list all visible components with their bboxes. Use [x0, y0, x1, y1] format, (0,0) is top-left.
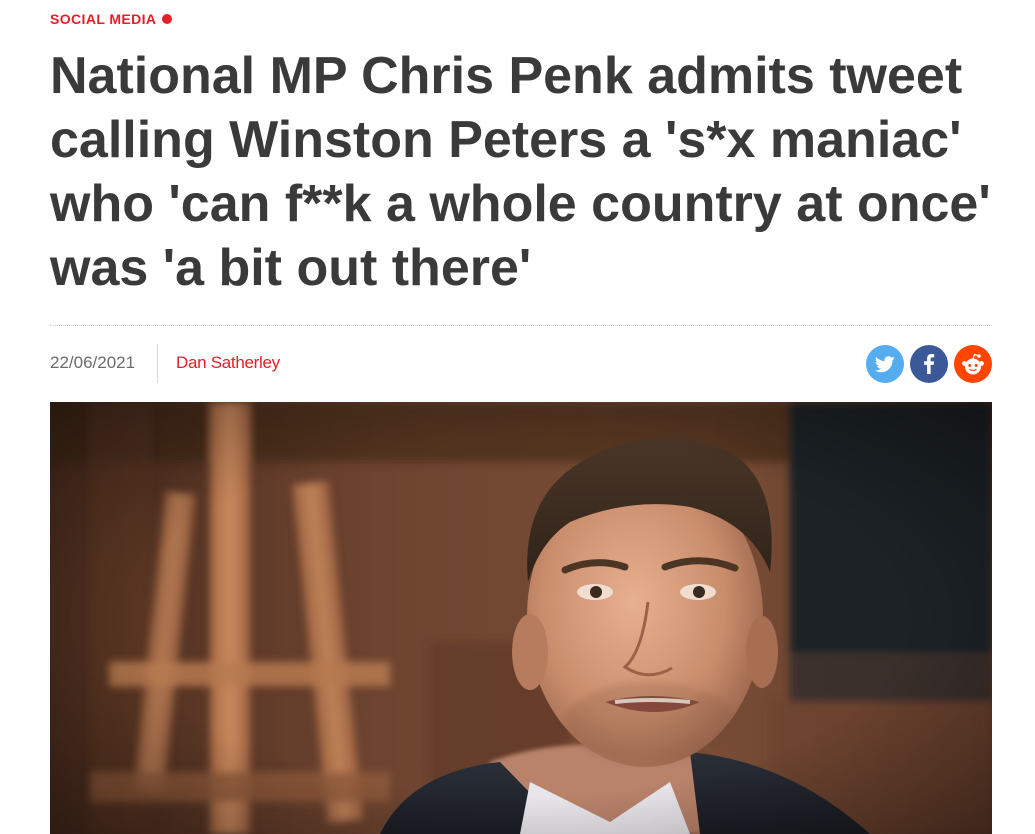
meta-separator: [157, 344, 158, 383]
category-link[interactable]: SOCIAL MEDIA: [50, 11, 173, 27]
reddit-share-button[interactable]: [954, 345, 992, 383]
share-buttons: [866, 345, 992, 383]
category-label: SOCIAL MEDIA: [50, 11, 157, 27]
twitter-share-button[interactable]: [866, 345, 904, 383]
live-dot-icon: [162, 14, 173, 24]
article-meta: 22/06/2021 Dan Satherley: [50, 344, 992, 384]
publish-date: 22/06/2021: [50, 353, 136, 372]
facebook-icon: [924, 354, 935, 374]
twitter-icon: [875, 355, 895, 372]
author-link[interactable]: Dan Satherley: [176, 353, 280, 373]
hero-image: [50, 402, 992, 834]
headline: National MP Chris Penk admits tweet call…: [50, 47, 991, 297]
man-portrait-photo: [50, 402, 992, 834]
divider: [50, 325, 992, 326]
reddit-icon: [962, 353, 984, 375]
facebook-share-button[interactable]: [910, 345, 948, 383]
